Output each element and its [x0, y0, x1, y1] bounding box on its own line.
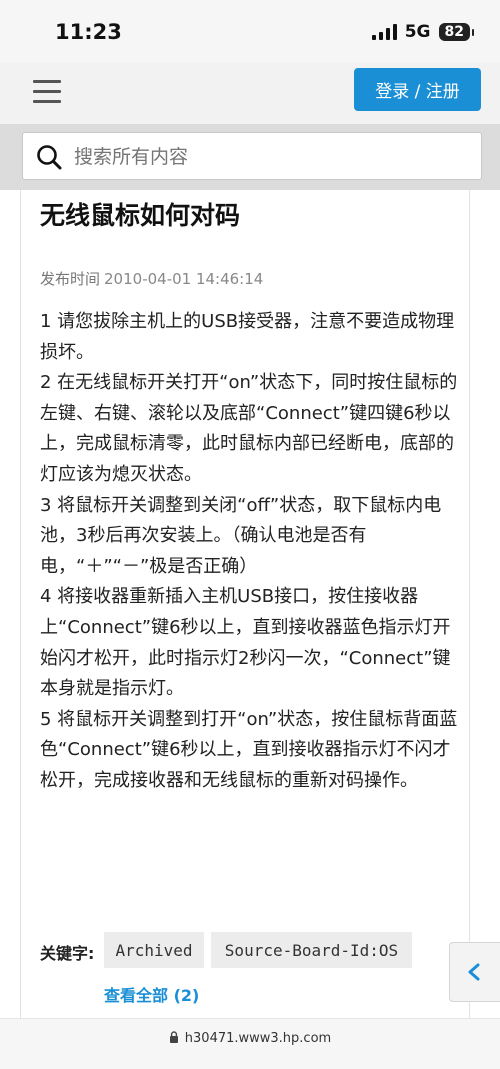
article-body: 1 请您拔除主机上的USB接受器，注意不要造成物理损坏。 2 在无线鼠标开关打开…	[40, 307, 465, 797]
publish-info: 发布时间 2010-04-01 14:46:14	[40, 268, 263, 289]
search-icon[interactable]	[36, 144, 62, 170]
hamburger-menu-icon[interactable]	[33, 80, 61, 104]
login-register-button[interactable]: 登录 / 注册	[354, 68, 481, 111]
article-step-5: 5 将鼠标开关调整到打开“on”状态，按住鼠标背面蓝色“Connect”键6秒以…	[40, 708, 458, 791]
view-all-link[interactable]: 查看全部 (2)	[104, 982, 199, 1006]
article-step-3: 3 将鼠标开关调整到关闭“off”状态，取下鼠标内电池，3秒后再次安装上。（确认…	[40, 494, 442, 577]
network-type: 5G	[404, 22, 431, 42]
search-input[interactable]	[72, 143, 456, 171]
article-step-1: 1 请您拔除主机上的USB接受器，注意不要造成物理损坏。	[40, 311, 455, 363]
article-title: 无线鼠标如何对码	[40, 201, 241, 230]
publish-time: 2010-04-01 14:46:14	[104, 270, 264, 288]
side-collapse-button[interactable]	[449, 942, 500, 1002]
chevron-left-icon	[468, 963, 480, 981]
battery-icon: 82	[438, 23, 475, 41]
status-time: 11:23	[55, 20, 122, 44]
article-step-2: 2 在无线鼠标开关打开“on”状态下，同时按住鼠标的左键、右键、滚轮以及底部“C…	[40, 372, 458, 485]
signal-icon	[371, 24, 397, 40]
keywords-label: 关键字:	[40, 944, 95, 963]
url-content: h30471.www3.hp.com	[0, 1031, 500, 1046]
status-indicators: 5G 82	[371, 22, 475, 42]
keyword-tag-archived[interactable]: Archived	[104, 932, 204, 968]
url-text: h30471.www3.hp.com	[184, 1031, 332, 1046]
keyword-tag-source-board[interactable]: Source-Board-Id:OS	[211, 932, 412, 968]
lock-icon	[169, 1031, 178, 1043]
article-step-4: 4 将接收器重新插入主机USB接口，按住接收器上“Connect”键6秒以上，直…	[40, 586, 451, 700]
publish-label: 发布时间	[40, 270, 101, 288]
